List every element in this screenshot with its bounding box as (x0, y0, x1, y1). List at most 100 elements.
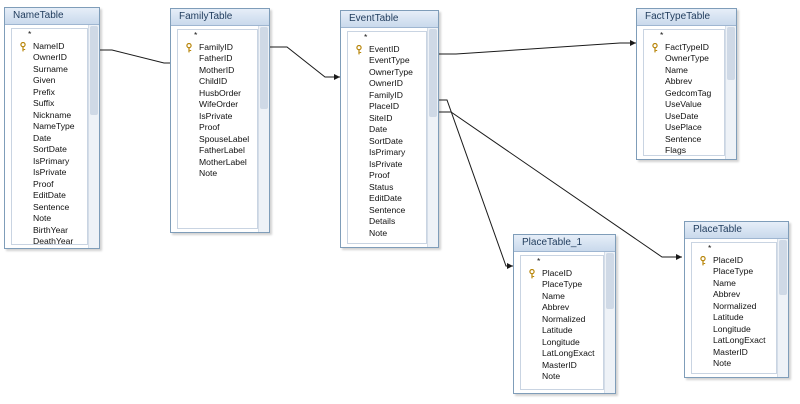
field-row[interactable]: Status (348, 182, 426, 194)
field-all-columns[interactable]: * (692, 243, 776, 255)
field-list[interactable]: * FactTypeID OwnerType Name Abbrev GedcomTag U… (643, 29, 725, 156)
field-list[interactable]: * NameID OwnerID Surname Given Prefix Suffix Ni… (11, 28, 88, 245)
field-row[interactable]: Suffix (12, 98, 87, 110)
field-row[interactable]: Abbrev (521, 302, 603, 314)
field-all-columns[interactable]: * (348, 32, 426, 44)
place-table-1[interactable]: PlaceTable_1 * PlaceID PlaceType Name Abbrev… (513, 234, 616, 394)
field-list[interactable]: * FamilyID FatherID MotherID ChildID HusbOrde… (177, 29, 258, 229)
field-row[interactable]: Name (644, 65, 724, 77)
field-row[interactable]: FactTypeID (644, 42, 724, 54)
field-row[interactable]: Normalized (692, 301, 776, 313)
field-row[interactable]: EventType (348, 55, 426, 67)
field-row[interactable]: HusbOrder (178, 88, 257, 100)
place-table[interactable]: PlaceTable * PlaceID PlaceType Name Abbrev No… (684, 221, 789, 378)
field-row[interactable]: SortDate (12, 144, 87, 156)
field-list[interactable]: * PlaceID PlaceType Name Abbrev Normalized Lat… (691, 242, 777, 374)
vertical-scrollbar[interactable] (604, 252, 615, 393)
field-row[interactable]: Date (348, 124, 426, 136)
field-row[interactable]: BirthYear (12, 225, 87, 237)
field-row[interactable]: FatherID (178, 53, 257, 65)
field-row[interactable]: Prefix (12, 87, 87, 99)
table-title[interactable]: PlaceTable_1 (514, 235, 615, 252)
field-all-columns[interactable]: * (644, 30, 724, 42)
field-row[interactable]: EventID (348, 44, 426, 56)
field-row[interactable]: Flags (644, 145, 724, 155)
field-row[interactable]: LatLongExact (692, 335, 776, 347)
table-title[interactable]: FamilyTable (171, 9, 269, 26)
field-row[interactable]: NameType (12, 121, 87, 133)
field-row[interactable]: Abbrev (692, 289, 776, 301)
family-table[interactable]: FamilyTable * FamilyID FatherID MotherID Chi… (170, 8, 270, 233)
field-row[interactable]: Abbrev (644, 76, 724, 88)
field-row[interactable]: Normalized (521, 314, 603, 326)
field-row[interactable]: SiteID (348, 113, 426, 125)
field-row[interactable]: MotherID (178, 65, 257, 77)
field-row[interactable]: OwnerType (644, 53, 724, 65)
field-row[interactable]: PlaceID (521, 268, 603, 280)
table-title[interactable]: NameTable (5, 8, 99, 25)
field-row[interactable]: Note (178, 168, 257, 180)
vertical-scrollbar[interactable] (725, 26, 736, 159)
field-row[interactable]: Proof (12, 179, 87, 191)
field-row[interactable]: EditDate (348, 193, 426, 205)
field-row[interactable]: FatherLabel (178, 145, 257, 157)
field-row[interactable]: UsePlace (644, 122, 724, 134)
field-row[interactable]: Proof (178, 122, 257, 134)
field-row[interactable]: WifeOrder (178, 99, 257, 111)
field-row[interactable]: Name (692, 278, 776, 290)
name-table[interactable]: NameTable * NameID OwnerID Surname Given Pref… (4, 7, 100, 249)
field-row[interactable]: UseValue (644, 99, 724, 111)
field-row[interactable]: SortDate (348, 136, 426, 148)
field-row[interactable]: ChildID (178, 76, 257, 88)
scrollbar-thumb[interactable] (260, 27, 268, 110)
vertical-scrollbar[interactable] (427, 28, 438, 247)
field-row[interactable]: SpouseLabel (178, 134, 257, 146)
field-row[interactable]: IsPrivate (178, 111, 257, 123)
field-row[interactable]: MasterID (521, 360, 603, 372)
scrollbar-thumb[interactable] (429, 29, 437, 117)
field-row[interactable]: Sentence (644, 134, 724, 146)
field-row[interactable]: Note (521, 371, 603, 383)
field-row[interactable]: Surname (12, 64, 87, 76)
field-all-columns[interactable]: * (178, 30, 257, 42)
field-row[interactable]: Longitude (692, 324, 776, 336)
field-row[interactable]: Note (348, 228, 426, 240)
field-row[interactable]: IsPrimary (348, 147, 426, 159)
scrollbar-thumb[interactable] (779, 240, 787, 296)
field-row[interactable]: LatLongExact (521, 348, 603, 360)
field-row[interactable]: PlaceType (521, 279, 603, 291)
field-row[interactable]: PlaceID (348, 101, 426, 113)
field-list[interactable]: * PlaceID PlaceType Name Abbrev Normalized Lat… (520, 255, 604, 390)
field-row[interactable]: Note (12, 213, 87, 225)
field-row[interactable]: OwnerID (12, 52, 87, 64)
field-row[interactable]: IsPrivate (348, 159, 426, 171)
field-row[interactable]: IsPrivate (12, 167, 87, 179)
field-row[interactable]: PlaceType (692, 266, 776, 278)
field-row[interactable]: Longitude (521, 337, 603, 349)
field-row[interactable]: EditDate (12, 190, 87, 202)
table-title[interactable]: PlaceTable (685, 222, 788, 239)
field-row[interactable]: Note (692, 358, 776, 370)
field-row[interactable]: Sentence (348, 205, 426, 217)
scrollbar-thumb[interactable] (727, 27, 735, 81)
field-row[interactable]: FamilyID (178, 42, 257, 54)
field-row[interactable]: MotherLabel (178, 157, 257, 169)
field-row[interactable]: Proof (348, 170, 426, 182)
field-row[interactable]: OwnerID (348, 78, 426, 90)
facttype-table[interactable]: FactTypeTable * FactTypeID OwnerType Name Ab… (636, 8, 737, 160)
field-all-columns[interactable]: * (521, 256, 603, 268)
field-list[interactable]: * EventID EventType OwnerType OwnerID FamilyI… (347, 31, 427, 244)
field-row[interactable]: MasterID (692, 347, 776, 359)
field-row[interactable]: OwnerType (348, 67, 426, 79)
field-all-columns[interactable]: * (12, 29, 87, 41)
field-row[interactable]: Latitude (521, 325, 603, 337)
scrollbar-thumb[interactable] (606, 253, 614, 310)
field-row[interactable]: Sentence (12, 202, 87, 214)
vertical-scrollbar[interactable] (258, 26, 269, 232)
table-title[interactable]: EventTable (341, 11, 438, 28)
field-row[interactable]: UseDate (644, 111, 724, 123)
scrollbar-thumb[interactable] (90, 26, 98, 116)
field-row[interactable]: GedcomTag (644, 88, 724, 100)
field-row[interactable]: PlaceID (692, 255, 776, 267)
vertical-scrollbar[interactable] (88, 25, 99, 248)
